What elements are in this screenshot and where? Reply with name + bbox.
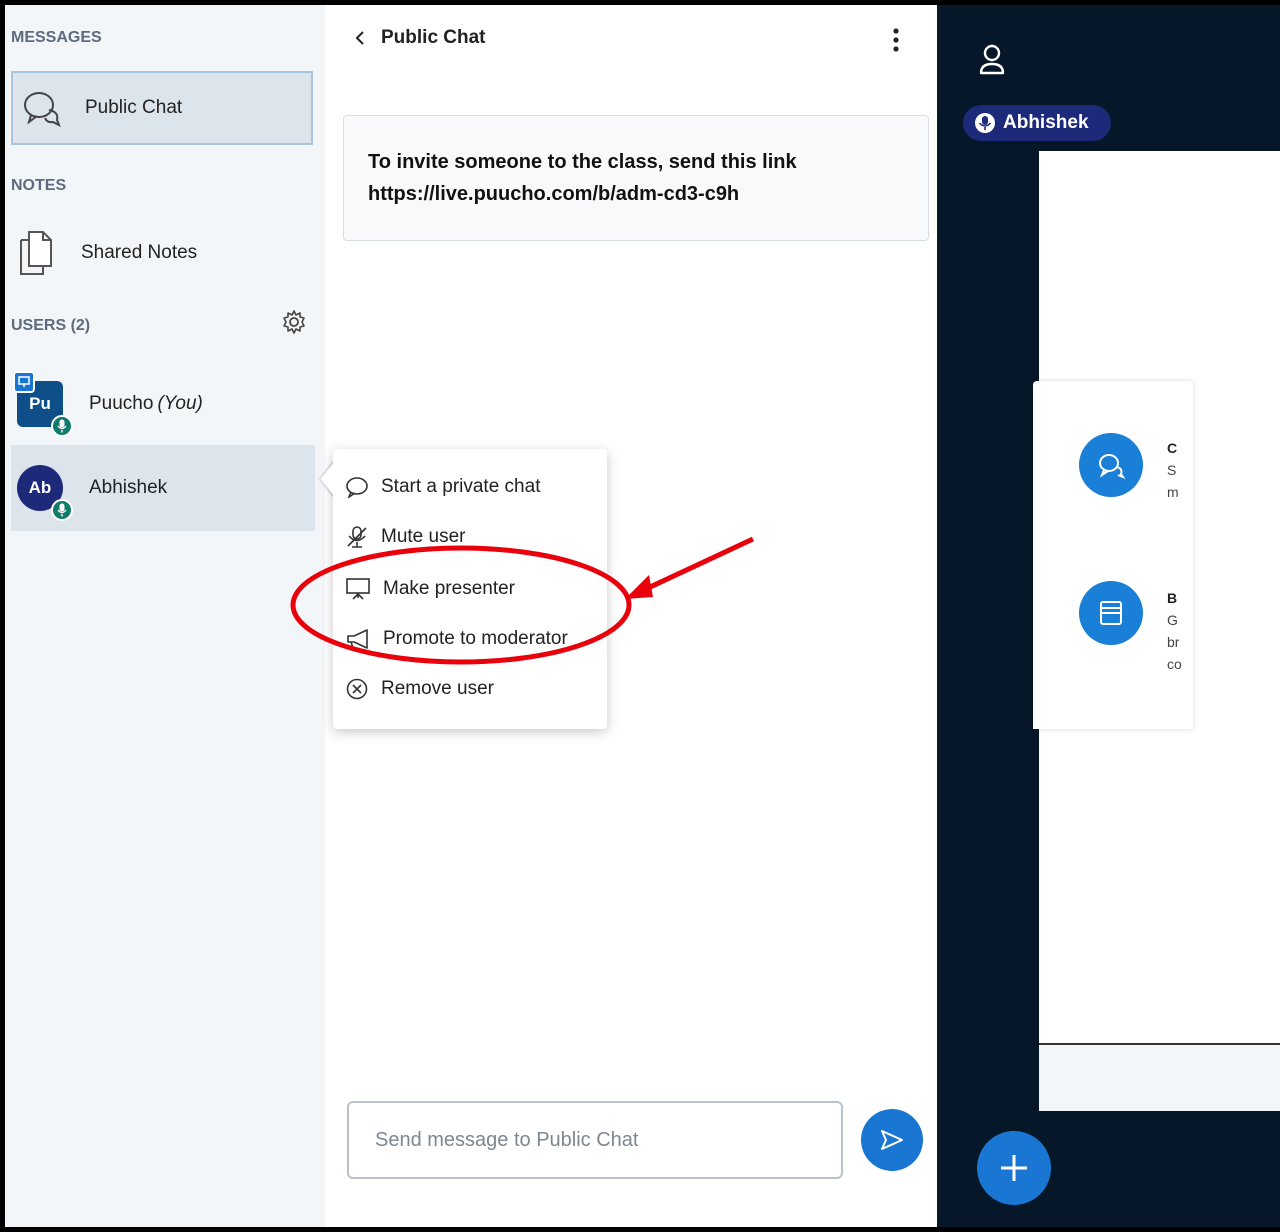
option-chat-text: CS m xyxy=(1167,440,1179,500)
menu-item-remove-user[interactable]: Remove user xyxy=(345,667,494,711)
mic-icon xyxy=(975,113,1003,133)
invite-link: https://live.puucho.com/b/adm-cd3-c9h xyxy=(368,183,740,205)
avatar-initials: Pu xyxy=(29,394,51,413)
welcome-message: To invite someone to the class, send thi… xyxy=(343,115,929,241)
sidebar: MESSAGES Public Chat NOTES Shared Notes … xyxy=(5,5,325,1227)
bottom-bar xyxy=(5,1227,1280,1232)
actions-plus-button[interactable] xyxy=(977,1131,1051,1205)
menu-item-make-presenter[interactable]: Make presenter xyxy=(345,567,515,611)
presenter-badge-icon xyxy=(13,371,35,393)
message-input[interactable] xyxy=(347,1101,843,1179)
sidebar-item-shared-notes[interactable]: Shared Notes xyxy=(11,223,313,283)
chat-back-button[interactable]: Public Chat xyxy=(355,27,486,49)
chat-bubble-icon xyxy=(345,476,381,498)
option-breakout-text: BG br co xyxy=(1167,590,1182,672)
mic-icon xyxy=(51,499,73,521)
welcome-line-1: To invite someone to the class, send thi… xyxy=(368,151,797,173)
document-icon xyxy=(19,230,53,276)
you-tag: (You) xyxy=(157,393,203,414)
notes-section-title: NOTES xyxy=(11,177,67,194)
option-breakout-button[interactable] xyxy=(1079,581,1143,645)
menu-item-promote-moderator[interactable]: Promote to moderator xyxy=(345,617,568,661)
avatar: Ab xyxy=(17,465,73,521)
user-name: Abhishek xyxy=(89,477,168,498)
mic-off-icon xyxy=(345,525,381,549)
chat-bubbles-icon xyxy=(21,88,63,128)
users-section-title: USERS (2) xyxy=(11,317,91,334)
user-list-item-puucho[interactable]: Pu Puucho (You) xyxy=(11,361,315,447)
menu-item-mute-user[interactable]: Mute user xyxy=(345,515,465,559)
talking-user-name: Abhishek xyxy=(1003,112,1089,133)
plus-icon xyxy=(997,1151,1031,1185)
presentation-panel: Abhishek CS m BG br co xyxy=(937,5,1280,1227)
send-button[interactable] xyxy=(861,1109,923,1171)
breakout-icon xyxy=(1097,599,1125,627)
public-chat-label: Public Chat xyxy=(85,97,183,118)
user-list-item-abhishek[interactable]: Ab Abhishek xyxy=(11,445,315,531)
gear-icon[interactable] xyxy=(281,309,307,335)
user-name: Puucho (You) xyxy=(89,393,203,414)
chevron-left-icon xyxy=(355,30,365,46)
chat-icon xyxy=(1096,451,1126,479)
menu-caret-fill xyxy=(321,461,335,497)
shared-notes-label: Shared Notes xyxy=(81,242,198,263)
sidebar-item-public-chat[interactable]: Public Chat xyxy=(11,71,313,145)
app-window: MESSAGES Public Chat NOTES Shared Notes … xyxy=(0,0,1280,1232)
messages-section-title: MESSAGES xyxy=(11,29,102,46)
menu-item-private-chat[interactable]: Start a private chat xyxy=(345,465,540,509)
more-options-icon[interactable] xyxy=(885,25,907,57)
presentation-icon xyxy=(345,577,383,601)
presentation-toolbar xyxy=(1039,1043,1280,1111)
talking-indicator: Abhishek xyxy=(963,105,1111,141)
chat-title: Public Chat xyxy=(381,27,486,48)
user-context-menu: Start a private chat Mute user Make pres… xyxy=(333,449,607,729)
avatar: Pu xyxy=(13,371,73,437)
remove-circle-icon xyxy=(345,677,381,701)
megaphone-icon xyxy=(345,628,383,650)
option-chat-button[interactable] xyxy=(1079,433,1143,497)
avatar-initials: Ab xyxy=(28,478,52,497)
user-icon[interactable] xyxy=(977,43,1007,77)
send-icon xyxy=(879,1129,905,1151)
mic-icon xyxy=(51,415,73,437)
upload-options-modal: CS m BG br co xyxy=(1033,381,1193,729)
